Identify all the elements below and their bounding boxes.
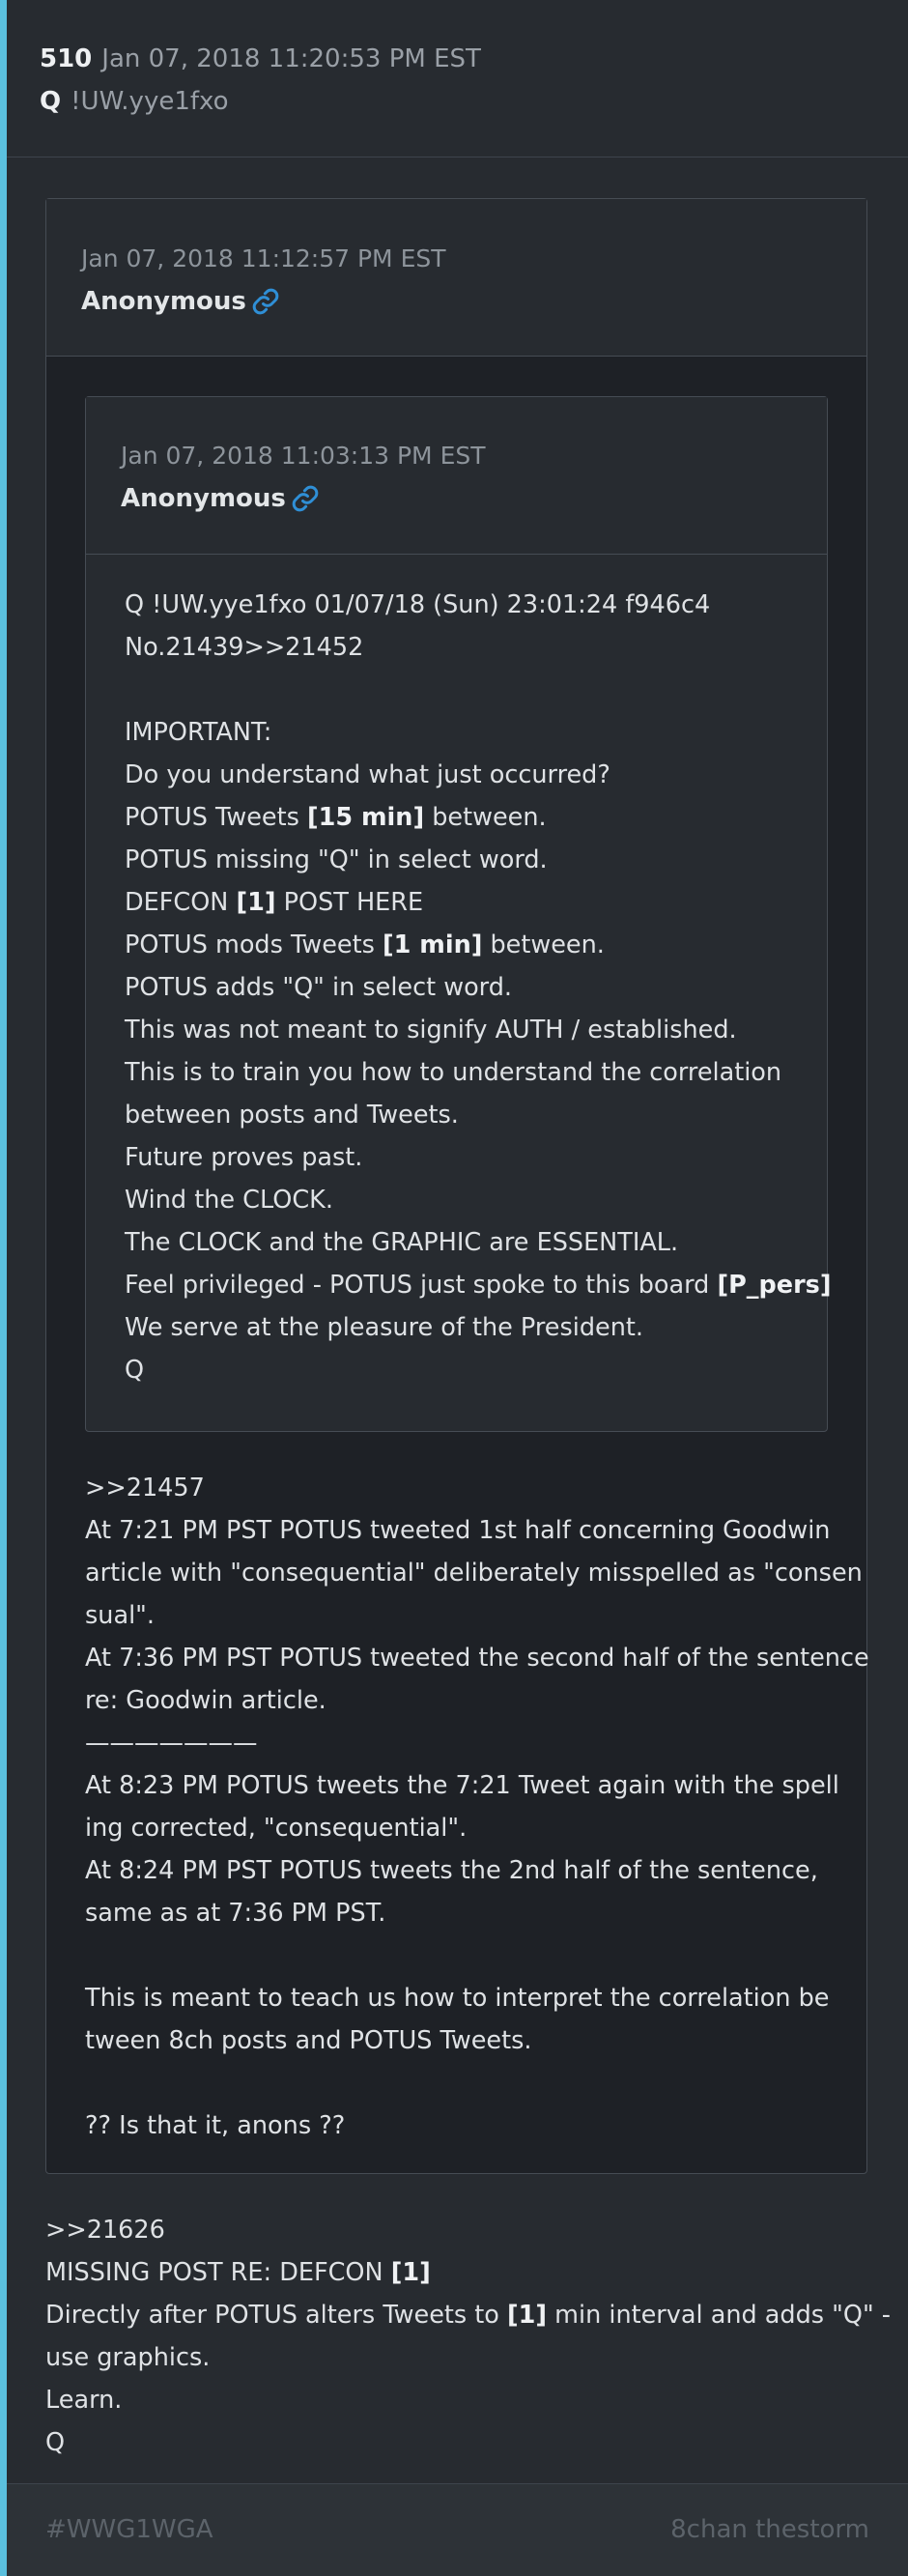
text-segment: between.: [482, 930, 605, 959]
text-line: POTUS Tweets [15 min] between.: [125, 796, 832, 839]
text-line: Feel privileged - POTUS just spoke to th…: [125, 1264, 832, 1306]
text-line: ing corrected, "consequential".: [85, 1814, 468, 1843]
text-segment: POTUS mods Tweets: [125, 930, 383, 959]
quoted-post-inner: Jan 07, 2018 11:03:13 PM EST Anonymous Q…: [85, 396, 832, 1432]
quoted-post-outer-author: Anonymous: [81, 287, 246, 316]
quoted-post-inner-body: Q !UW.yye1fxo 01/07/18 (Sun) 23:01:24 f9…: [125, 584, 832, 1391]
post-meta: 510 Jan 07, 2018 11:20:53 PM EST: [40, 43, 481, 75]
text-line: At 8:23 PM POTUS tweets the 7:21 Tweet a…: [85, 1771, 839, 1800]
link-icon[interactable]: [251, 287, 280, 316]
post-body: >>21626 MISSING POST RE: DEFCON [1] Direct…: [45, 2209, 891, 2464]
text-line: MISSING POST RE: DEFCON [1]: [45, 2251, 891, 2294]
text-line: ?? Is that it, anons ??: [85, 2111, 346, 2140]
text-line: [125, 669, 832, 711]
bold-text: [15 min]: [306, 803, 425, 832]
bold-text: [1]: [507, 2301, 548, 2330]
text-segment: min interval and adds "Q" -: [547, 2301, 892, 2330]
text-line: sual".: [85, 1601, 155, 1630]
text-line: At 7:21 PM PST POTUS tweeted 1st half co…: [85, 1516, 831, 1545]
text-segment: POST HERE: [275, 888, 424, 917]
text-line: This is meant to teach us how to interpr…: [85, 1984, 830, 2013]
text-line: POTUS mods Tweets [1 min] between.: [125, 924, 832, 966]
board-name[interactable]: 8chan thestorm: [670, 2513, 869, 2546]
text-segment: MISSING POST RE: DEFCON: [45, 2258, 391, 2287]
bold-text: [1 min]: [382, 930, 483, 959]
text-line: DEFCON [1] POST HERE: [125, 881, 832, 924]
hashtag[interactable]: #WWG1WGA: [45, 2513, 213, 2546]
text-segment: DEFCON: [125, 888, 237, 917]
text-line: Directly after POTUS alters Tweets to [1…: [45, 2294, 891, 2336]
text-line: At 8:24 PM PST POTUS tweets the 2nd half…: [85, 1856, 818, 1885]
quoted-post-inner-author: Anonymous: [121, 484, 286, 513]
text-line: Do you understand what just occurred?: [125, 760, 610, 789]
post-header: 510 Jan 07, 2018 11:20:53 PM EST Q !UW.yye…: [7, 0, 908, 157]
bold-text: [1]: [390, 2258, 431, 2287]
text-line: Q: [125, 1356, 145, 1385]
post-author-line: Q !UW.yye1fxo: [40, 85, 229, 118]
text-line: POTUS missing "Q" in select word.: [125, 845, 548, 874]
post-date: Jan 07, 2018 11:20:53 PM EST: [101, 44, 481, 73]
text-line: ———————: [85, 1729, 258, 1758]
text-line: IMPORTANT:: [125, 718, 272, 747]
text-line: [85, 2062, 869, 2104]
text-line: >>21626: [45, 2216, 165, 2245]
text-line: between posts and Tweets.: [125, 1101, 459, 1130]
quoted-post-inner-header: Jan 07, 2018 11:03:13 PM EST Anonymous: [86, 397, 827, 555]
text-line: >>21457: [85, 1474, 205, 1503]
quoted-post-outer: Jan 07, 2018 11:12:57 PM EST Anonymous J…: [45, 198, 869, 2174]
post-author: Q: [40, 87, 62, 116]
text-line: No.21439>>21452: [125, 633, 364, 662]
post-tripcode: !UW.yye1fxo: [71, 87, 229, 116]
quoted-post-inner-date: Jan 07, 2018 11:03:13 PM EST: [121, 442, 486, 470]
post-footer: #WWG1WGA 8chan thestorm: [7, 2483, 908, 2576]
text-line: Future proves past.: [125, 1143, 363, 1172]
text-segment: Directly after POTUS alters Tweets to: [45, 2301, 508, 2330]
quoted-post-outer-date: Jan 07, 2018 11:12:57 PM EST: [81, 244, 446, 272]
text-line: This was not meant to signify AUTH / est…: [125, 1016, 737, 1045]
post-card: 510 Jan 07, 2018 11:20:53 PM EST Q !UW.yye…: [0, 0, 908, 2576]
bold-text: [P_pers]: [717, 1271, 832, 1300]
text-line: [85, 1934, 869, 1977]
text-segment: between.: [424, 803, 547, 832]
text-line: use graphics.: [45, 2343, 211, 2372]
quoted-post-outer-header: Jan 07, 2018 11:12:57 PM EST Anonymous: [46, 199, 866, 357]
quoted-post-outer-body: >>21457 At 7:21 PM PST POTUS tweeted 1st …: [85, 1467, 869, 2147]
text-line: re: Goodwin article.: [85, 1686, 326, 1715]
text-line: Wind the CLOCK.: [125, 1186, 333, 1215]
text-line: We serve at the pleasure of the Presiden…: [125, 1313, 643, 1342]
post-accent-bar: [0, 0, 7, 2576]
text-line: article with "consequential" deliberatel…: [85, 1559, 863, 1588]
text-line: This is to train you how to understand t…: [125, 1058, 782, 1087]
text-segment: Feel privileged - POTUS just spoke to th…: [125, 1271, 718, 1300]
post-number: 510: [40, 44, 93, 73]
text-segment: POTUS Tweets: [125, 803, 307, 832]
bold-text: [1]: [236, 888, 276, 917]
text-line: tween 8ch posts and POTUS Tweets.: [85, 2026, 532, 2055]
text-line: Learn.: [45, 2386, 123, 2415]
text-line: At 7:36 PM PST POTUS tweeted the second …: [85, 1644, 869, 1673]
text-line: The CLOCK and the GRAPHIC are ESSENTIAL.: [125, 1228, 679, 1257]
text-line: Q: [45, 2428, 66, 2457]
text-line: same as at 7:36 PM PST.: [85, 1899, 386, 1928]
text-line: Q !UW.yye1fxo 01/07/18 (Sun) 23:01:24 f9…: [125, 590, 711, 619]
text-line: POTUS adds "Q" in select word.: [125, 973, 513, 1002]
link-icon[interactable]: [291, 484, 320, 513]
